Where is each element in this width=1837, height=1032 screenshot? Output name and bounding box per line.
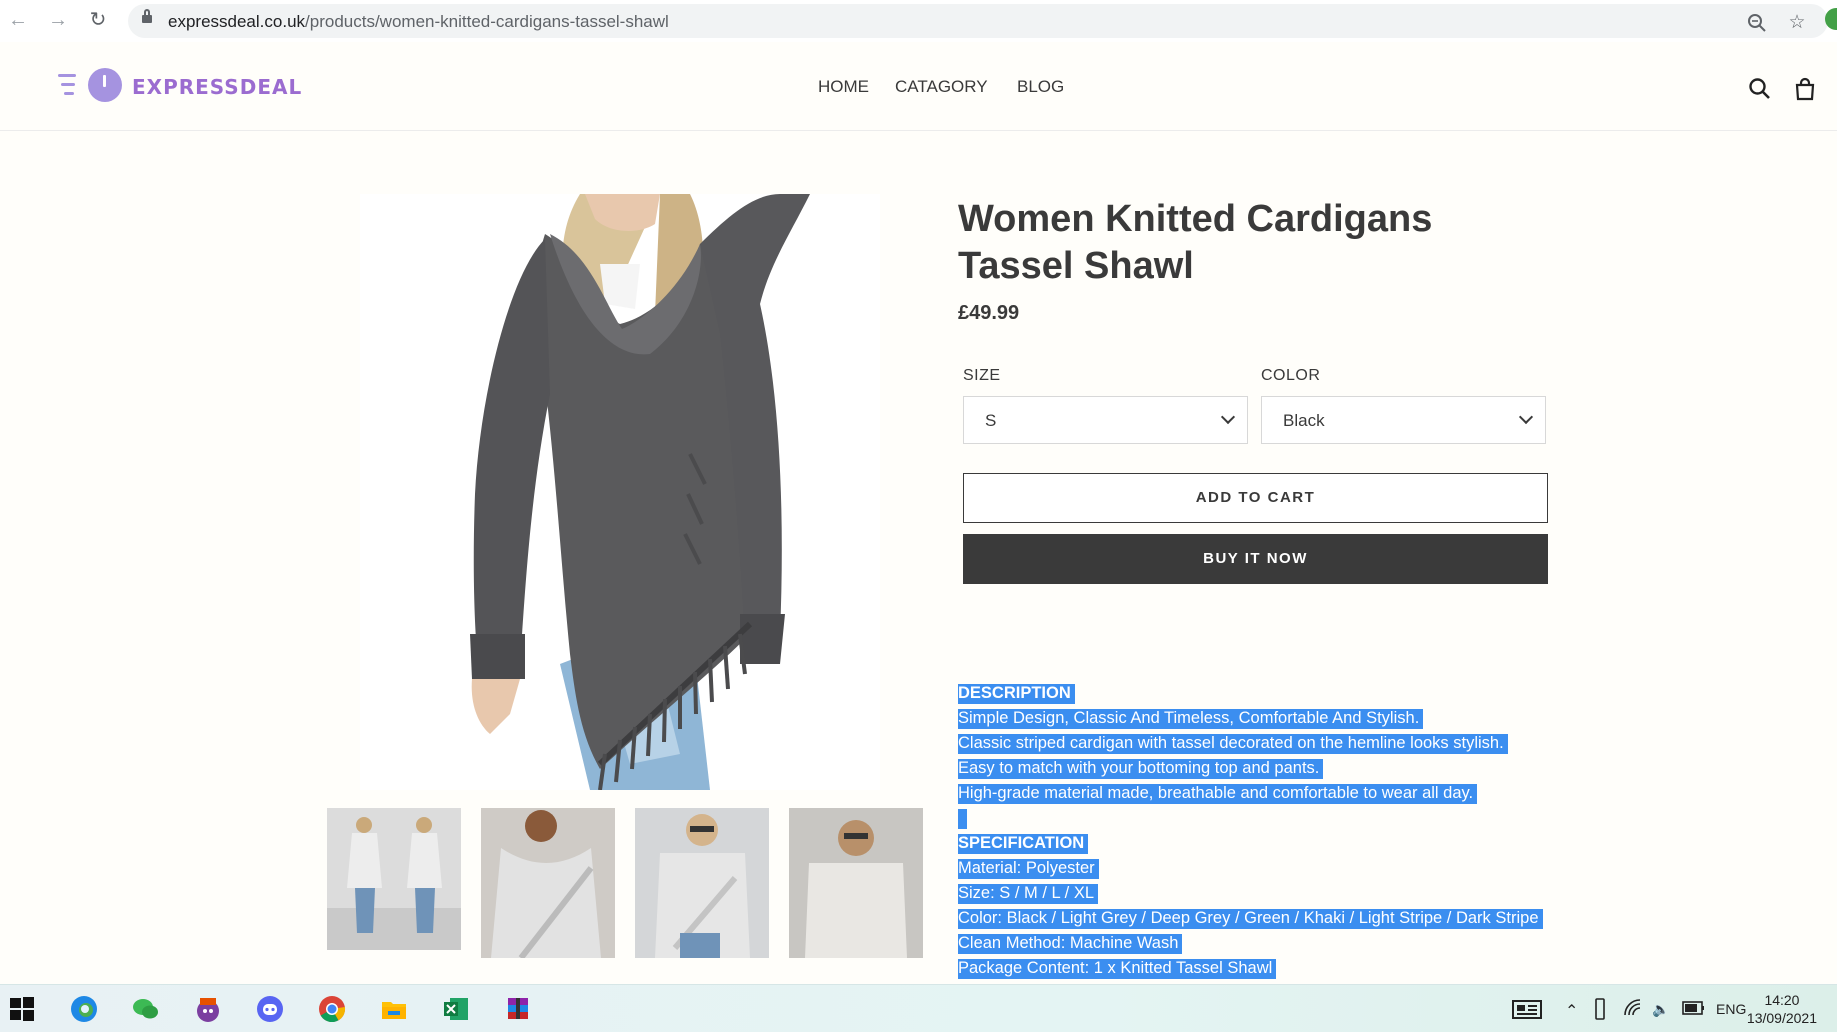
discord-icon[interactable]	[256, 995, 284, 1023]
windows-start-icon[interactable]	[8, 995, 36, 1023]
size-label: SIZE	[963, 367, 1001, 384]
chevron-down-icon	[1220, 409, 1236, 425]
product-price: £49.99	[958, 302, 1020, 324]
reload-icon[interactable]: ↻	[86, 8, 110, 32]
speaker-icon[interactable]: 🔈	[1652, 1001, 1669, 1018]
spec-line: Clean Method: Machine Wash	[958, 934, 1183, 954]
add-to-cart-button[interactable]: ADD TO CART	[963, 473, 1548, 523]
logo-clock-icon	[88, 68, 143, 102]
logo-text: EXPRESSDEAL	[132, 75, 303, 99]
chevron-down-icon	[1518, 409, 1534, 425]
color-select-value: Black	[1283, 411, 1325, 430]
lock-icon[interactable]	[142, 9, 152, 23]
size-select-value: S	[985, 411, 997, 430]
windows-taskbar: ⌃ 🔈 ENG 14:20 13/09/2021	[0, 984, 1837, 1032]
bonzi-icon[interactable]	[194, 995, 222, 1023]
edge-icon[interactable]	[70, 995, 98, 1023]
news-widget-icon[interactable]	[1512, 997, 1542, 1025]
bookmark-star-icon[interactable]: ☆	[1786, 12, 1808, 34]
chrome-icon[interactable]	[318, 995, 346, 1023]
product-thumbnail-3[interactable]	[635, 808, 769, 958]
product-main-image[interactable]	[360, 194, 880, 790]
language-indicator[interactable]: ENG	[1716, 1001, 1746, 1017]
system-clock[interactable]: 14:20 13/09/2021	[1747, 991, 1817, 1027]
product-thumbnail-2[interactable]	[481, 808, 615, 958]
spec-line: Color: Black / Light Grey / Deep Grey / …	[958, 909, 1543, 929]
description-heading: DESCRIPTION	[958, 684, 1075, 704]
nav-category[interactable]: CATAGORY	[895, 77, 988, 97]
url-domain: expressdeal.co.uk	[168, 12, 306, 31]
size-select[interactable]: S	[963, 396, 1248, 444]
clock-time: 14:20	[1764, 992, 1800, 1008]
color-select[interactable]: Black	[1261, 396, 1546, 444]
url-path: /products/women-knitted-cardigans-tassel…	[305, 12, 669, 31]
winrar-icon[interactable]	[504, 995, 532, 1023]
description-line: Classic striped cardigan with tassel dec…	[958, 734, 1508, 754]
wechat-icon[interactable]	[132, 995, 160, 1023]
excel-icon[interactable]	[442, 995, 470, 1023]
specification-heading: SPECIFICATION	[958, 834, 1089, 854]
cart-icon[interactable]	[1792, 76, 1818, 102]
back-arrow-icon[interactable]: ←	[6, 8, 30, 32]
spec-line: Package Content: 1 x Knitted Tassel Shaw…	[958, 959, 1277, 979]
product-thumbnail-4[interactable]	[789, 808, 923, 958]
browser-toolbar: ← → ↻ expressdeal.co.uk/products/women-k…	[0, 0, 1837, 43]
chevron-up-icon[interactable]: ⌃	[1565, 1001, 1578, 1021]
zoom-icon[interactable]	[1746, 12, 1768, 34]
color-label: COLOR	[1261, 367, 1321, 384]
description-line: Easy to match with your bottoming top an…	[958, 759, 1324, 779]
product-description: DESCRIPTION Simple Design, Classic And T…	[958, 681, 1543, 981]
clock-date: 13/09/2021	[1746, 1010, 1817, 1026]
wifi-icon[interactable]	[1622, 997, 1644, 1025]
spec-line: Material: Polyester	[958, 859, 1099, 879]
nav-blog[interactable]: BLOG	[1017, 77, 1064, 97]
blank-line-selection	[958, 809, 967, 829]
forward-arrow-icon[interactable]: →	[46, 8, 70, 32]
buy-it-now-button[interactable]: BUY IT NOW	[963, 534, 1548, 584]
nav-home[interactable]: HOME	[818, 77, 869, 97]
battery-icon[interactable]	[1680, 999, 1706, 1027]
search-icon[interactable]	[1747, 76, 1773, 102]
file-explorer-icon[interactable]	[380, 995, 408, 1023]
spec-line: Size: S / M / L / XL	[958, 884, 1099, 904]
usb-device-icon[interactable]	[1591, 997, 1609, 1025]
url-text[interactable]: expressdeal.co.uk/products/women-knitted…	[168, 12, 669, 32]
description-line: High-grade material made, breathable and…	[958, 784, 1478, 804]
site-header: EXPRESSDEAL HOME CATAGORY BLOG	[0, 42, 1837, 131]
address-bar[interactable]: expressdeal.co.uk/products/women-knitted…	[128, 4, 1828, 38]
product-title: Women Knitted Cardigans Tassel Shawl	[958, 198, 1433, 287]
description-line: Simple Design, Classic And Timeless, Com…	[958, 709, 1424, 729]
product-thumbnail-1[interactable]	[327, 808, 461, 950]
